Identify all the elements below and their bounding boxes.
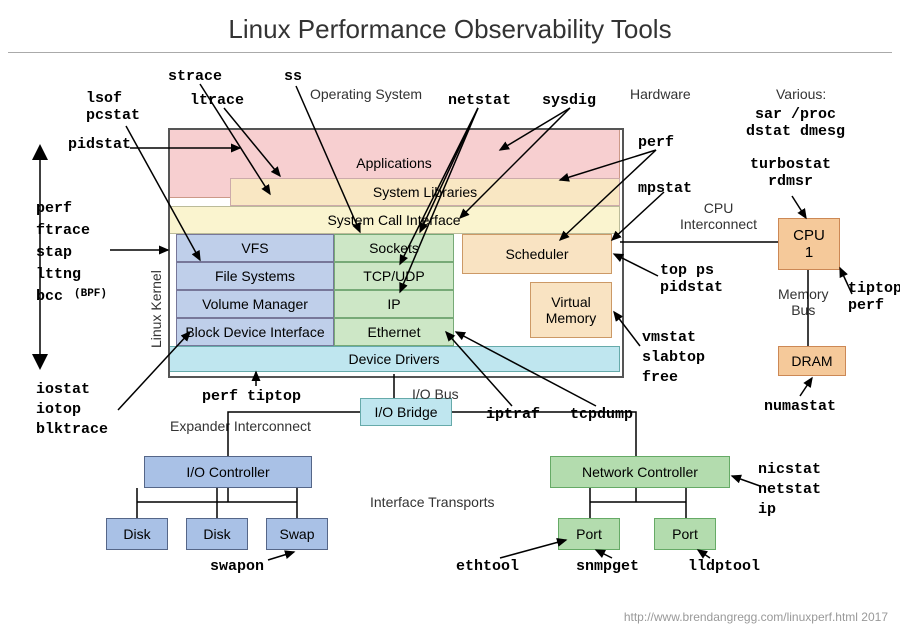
arrows	[0, 0, 900, 630]
